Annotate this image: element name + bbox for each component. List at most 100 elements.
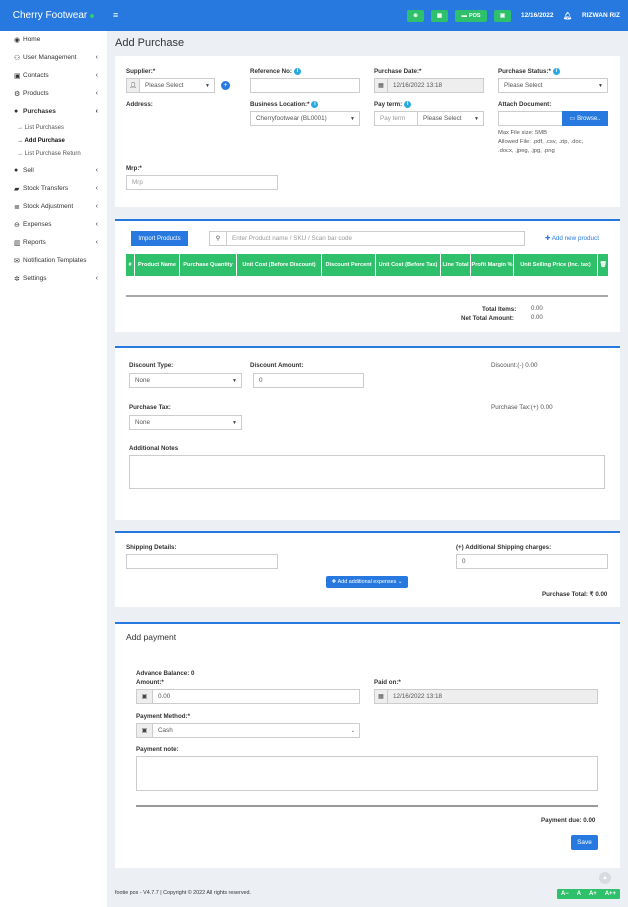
business-location-label: Business Location:* i (250, 101, 319, 109)
info-icon[interactable]: i (293, 68, 301, 75)
chevron-left-icon: ‹ (95, 203, 98, 210)
payment-method-select[interactable]: Cash ⌄ (152, 723, 360, 738)
purchase-status-select[interactable]: Please Select ▼ (498, 78, 608, 93)
attach-document-label: Attach Document: (498, 101, 552, 108)
sidebar-item-notification-templates[interactable]: ✉ Notification Templates (0, 252, 107, 269)
sidebar-item-purchases[interactable]: ● Purchases ‹ (0, 103, 107, 120)
calendar-icon: ▦ (374, 78, 388, 93)
sidebar-item-expenses[interactable]: ⊖ Expenses ‹ (0, 216, 107, 233)
additional-notes-textarea[interactable] (129, 455, 605, 489)
calendar-icon: ▦ (374, 689, 388, 704)
browse-button[interactable]: ▭ Browse.. (562, 111, 608, 126)
product-search-placeholder: Enter Product name / SKU / Scan bar code (232, 235, 353, 242)
column-header: Purchase Quantity (180, 254, 237, 276)
sidebar-item-products[interactable]: ⚙ Products ‹ (0, 85, 107, 102)
product-search-input[interactable]: Enter Product name / SKU / Scan bar code (226, 231, 525, 246)
top-navbar: Cherry Footwear ≡ ⊕ ▦ ▬ POS ▣ 12/16/2022 … (0, 0, 628, 31)
column-header: Discount Percent (322, 254, 376, 276)
chevron-left-icon: ‹ (95, 239, 98, 246)
add-icon-button[interactable]: ⊕ (407, 10, 424, 22)
info-icon[interactable]: i (552, 68, 560, 75)
total-items-value: 0.00 (531, 306, 543, 312)
sidebar-item-reports[interactable]: ▥ Reports ‹ (0, 234, 107, 251)
additional-notes-label: Additional Notes (129, 445, 179, 452)
payment-note-textarea[interactable] (136, 756, 598, 791)
add-additional-expenses-button[interactable]: ✚ Add additional expenses ⌄ (326, 576, 408, 588)
sidebar-item-contacts[interactable]: ▣ Contacts ‹ (0, 67, 107, 84)
purchase-date-label: Purchase Date:* (374, 68, 422, 75)
column-header: Unit Selling Price (Inc. tax) (514, 254, 598, 276)
attach-document-input[interactable] (498, 111, 563, 126)
purchase-tax-summary: Purchase Tax:(+) 0.00 (491, 404, 553, 411)
amount-label: Amount:* (136, 679, 164, 686)
scroll-to-top-icon[interactable]: ▲ (599, 872, 611, 884)
sidebar-item-sell[interactable]: ● Sell ‹ (0, 162, 107, 179)
payment-amount-input[interactable]: 0.00 (152, 689, 360, 704)
purchase-status-label: Purchase Status:* i (498, 68, 560, 75)
cubes-icon: ⚙ (14, 90, 21, 98)
business-location-select[interactable]: Cherryfootwear (BL0001) ▼ (250, 111, 360, 126)
sidebar-item-label: Expenses (23, 221, 52, 228)
paid-on-input[interactable]: 12/16/2022 13:18 (387, 689, 598, 704)
sidebar-item-stock-adjustment[interactable]: ≣ Stock Adjustment ‹ (0, 198, 107, 215)
sidebar-item-user-management[interactable]: ⚇ User Management ‹ (0, 49, 107, 66)
brand-logo[interactable]: Cherry Footwear (0, 0, 107, 31)
supplier-select[interactable]: Please Select ▼ (139, 78, 215, 93)
sidebar-item-home[interactable]: ◉ Home (0, 31, 107, 48)
pos-label: POS (468, 13, 481, 19)
bell-icon[interactable]: 🔔︎ (563, 12, 572, 20)
payment-note-label: Payment note: (136, 746, 179, 753)
caret-down-icon: ▼ (232, 378, 237, 384)
info-icon[interactable]: i (311, 101, 319, 108)
column-header: Unit Cost (Before Discount) (237, 254, 322, 276)
envelope-icon: ✉ (14, 257, 20, 265)
pay-term-input[interactable]: Pay term (374, 111, 418, 126)
font-increase-more-button[interactable]: A++ (605, 891, 616, 897)
user-menu[interactable]: RIZWAN RIZ (582, 12, 620, 19)
purchase-tax-value: None (135, 419, 151, 426)
sidebar-sub-list-purchases[interactable]: → List Purchases (17, 125, 64, 131)
pay-term-type-select[interactable]: Please Select ▼ (417, 111, 484, 126)
footer-text: footie pos - V4.7.7 | Copyright © 2022 A… (115, 890, 252, 896)
sidebar-item-settings[interactable]: ✲ Settings ‹ (0, 270, 107, 287)
sidebar-item-label: Stock Transfers (23, 185, 69, 192)
sidebar-item-label: Sell (23, 167, 34, 174)
mrp-input[interactable]: Mrp (126, 175, 278, 190)
pay-term-placeholder: Pay term (380, 115, 406, 122)
purchase-date-input[interactable]: 12/16/2022 13:18 (387, 78, 484, 93)
column-header: Product Name (135, 254, 180, 276)
sidebar-toggle-icon[interactable]: ≡ (113, 10, 118, 20)
save-button[interactable]: Save (571, 835, 598, 850)
font-increase-button[interactable]: A+ (589, 891, 597, 897)
font-decrease-button[interactable]: A− (561, 891, 569, 897)
chevron-left-icon: ‹ (95, 275, 98, 282)
pos-icon: ▬ (461, 13, 467, 19)
business-location-label-text: Business Location:* (250, 101, 310, 109)
add-new-product-label: Add new product (551, 235, 599, 242)
import-products-button[interactable]: Import Products (131, 231, 188, 246)
money-icon: ▣ (136, 689, 153, 704)
info-icon[interactable]: i (404, 101, 412, 108)
pos-button[interactable]: ▬ POS (455, 10, 487, 22)
sidebar-sub-list-purchase-return[interactable]: → List Purchase Return (17, 151, 81, 157)
minus-circle-icon: ⊖ (14, 221, 20, 229)
sidebar-sub-add-purchase[interactable]: → Add Purchase (17, 138, 65, 144)
add-new-product-link[interactable]: ✚ Add new product (545, 235, 599, 242)
cash-register-icon-button[interactable]: ▣ (494, 10, 511, 22)
sidebar-item-stock-transfers[interactable]: ▰ Stock Transfers ‹ (0, 180, 107, 197)
calculator-icon-button[interactable]: ▦ (431, 10, 448, 22)
truck-icon: ▰ (14, 185, 20, 193)
discount-amount-input[interactable]: 0 (253, 373, 364, 388)
address-book-icon: ▣ (14, 72, 21, 80)
discount-type-value: None (135, 377, 151, 384)
database-icon: ≣ (14, 203, 20, 211)
table-divider (126, 295, 608, 297)
shipping-details-input[interactable] (126, 554, 278, 569)
discount-type-select[interactable]: None ▼ (129, 373, 242, 388)
purchase-tax-select[interactable]: None ▼ (129, 415, 242, 430)
shipping-charges-input[interactable]: 0 (456, 554, 608, 569)
font-reset-button[interactable]: A (577, 891, 581, 897)
reference-no-input[interactable] (250, 78, 360, 93)
payment-divider (136, 805, 598, 807)
add-supplier-icon[interactable]: + (221, 81, 230, 90)
